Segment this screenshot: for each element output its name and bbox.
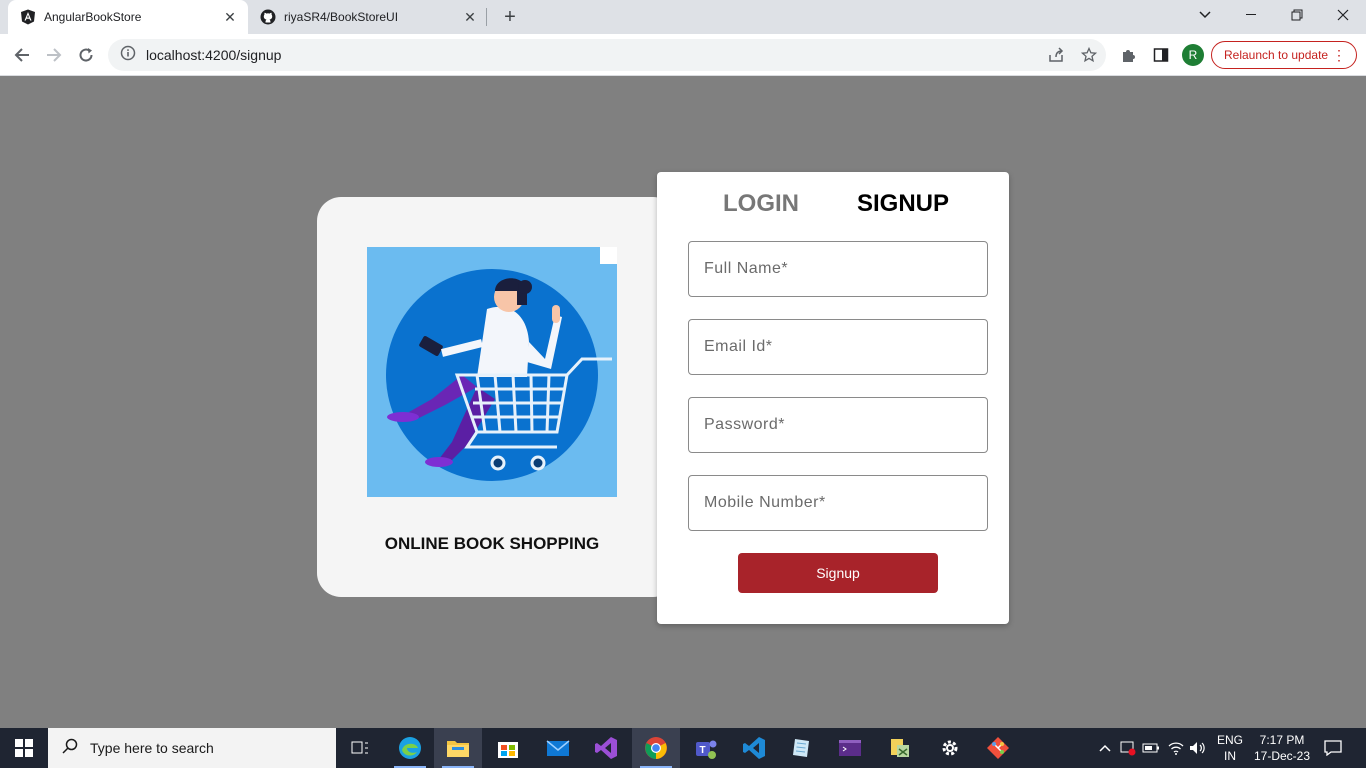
- minimize-button[interactable]: [1228, 0, 1274, 30]
- notepad-icon[interactable]: [778, 728, 826, 768]
- browser-tab-github[interactable]: riyaSR4/BookStoreUI ✕: [248, 0, 488, 34]
- vscode-icon[interactable]: [730, 728, 778, 768]
- clock-date: 17-Dec-23: [1253, 749, 1311, 763]
- password-input[interactable]: [688, 397, 988, 453]
- back-button[interactable]: [8, 41, 36, 69]
- language-indicator[interactable]: ENG IN: [1214, 732, 1246, 764]
- search-icon: [62, 738, 78, 759]
- settings-gear-icon[interactable]: [926, 728, 974, 768]
- tab-signup[interactable]: SIGNUP: [857, 190, 949, 218]
- taskbar-clock[interactable]: 7:17 PM 17-Dec-23: [1250, 732, 1314, 764]
- tab-title: riyaSR4/BookStoreUI: [284, 10, 399, 24]
- database-tool-icon[interactable]: [876, 728, 924, 768]
- notification-center-icon[interactable]: [1318, 736, 1348, 760]
- wifi-icon[interactable]: [1165, 738, 1187, 758]
- git-icon[interactable]: [974, 728, 1022, 768]
- terminal-app-icon[interactable]: [826, 728, 874, 768]
- side-panel-icon[interactable]: [1151, 45, 1171, 65]
- windows-taskbar: Type here to search T ENG IN 7:17 PM 17-…: [0, 728, 1366, 768]
- profile-avatar[interactable]: R: [1182, 44, 1204, 66]
- tab-separator: [486, 8, 487, 26]
- tab-search-chevron-icon[interactable]: [1182, 0, 1228, 30]
- tab-title: AngularBookStore: [44, 10, 142, 24]
- clock-time: 7:17 PM: [1259, 733, 1305, 747]
- microsoft-store-icon[interactable]: [484, 728, 532, 768]
- brand-caption: ONLINE BOOK SHOPPING: [384, 534, 600, 553]
- auth-card: LOGIN SIGNUP Signup: [657, 172, 1009, 624]
- share-icon[interactable]: [1046, 45, 1066, 65]
- shopping-illustration: [367, 247, 617, 497]
- taskbar-search[interactable]: Type here to search: [48, 728, 336, 768]
- svg-text:T: T: [700, 745, 706, 756]
- angular-icon: [20, 9, 36, 25]
- region-code: IN: [1224, 749, 1236, 763]
- full-name-input[interactable]: [688, 241, 988, 297]
- windows-logo-icon: [15, 739, 33, 757]
- browser-toolbar: localhost:4200/signup R Relaunch to upda…: [0, 34, 1366, 76]
- volume-icon[interactable]: [1187, 738, 1209, 758]
- start-button[interactable]: [0, 728, 48, 768]
- brand-card: ONLINE BOOK SHOPPING: [317, 197, 677, 597]
- reload-button[interactable]: [72, 41, 100, 69]
- restore-button[interactable]: [1274, 0, 1320, 30]
- url-text: localhost:4200/signup: [146, 47, 282, 63]
- battery-icon[interactable]: [1140, 738, 1162, 758]
- github-icon: [260, 9, 276, 25]
- show-hidden-icons-chevron-icon[interactable]: [1094, 738, 1116, 758]
- edge-icon[interactable]: [386, 728, 434, 768]
- bookmark-star-icon[interactable]: [1079, 45, 1099, 65]
- relaunch-label: Relaunch to update: [1224, 48, 1329, 62]
- close-tab-icon[interactable]: ✕: [460, 7, 480, 27]
- close-tab-icon[interactable]: ✕: [220, 7, 240, 27]
- tab-login[interactable]: LOGIN: [723, 190, 799, 218]
- mobile-number-input[interactable]: [688, 475, 988, 531]
- forward-button[interactable]: [40, 41, 68, 69]
- new-tab-button[interactable]: +: [498, 5, 522, 29]
- language-code: ENG: [1216, 733, 1243, 747]
- close-window-button[interactable]: [1320, 0, 1366, 30]
- email-input[interactable]: [688, 319, 988, 375]
- browser-tab-angularbookstore[interactable]: AngularBookStore ✕: [8, 0, 248, 34]
- chrome-icon[interactable]: [632, 728, 680, 768]
- site-info-icon[interactable]: [120, 45, 136, 66]
- security-alert-icon[interactable]: [1117, 738, 1139, 758]
- visual-studio-icon[interactable]: [582, 728, 630, 768]
- extensions-puzzle-icon[interactable]: [1119, 45, 1139, 65]
- mail-icon[interactable]: [534, 728, 582, 768]
- task-view-icon[interactable]: [336, 728, 384, 768]
- file-explorer-icon[interactable]: [434, 728, 482, 768]
- more-menu-icon[interactable]: ⋮: [1332, 47, 1346, 64]
- browser-tab-strip: AngularBookStore ✕ riyaSR4/BookStoreUI ✕…: [0, 0, 1366, 34]
- teams-icon[interactable]: T: [682, 728, 730, 768]
- address-bar[interactable]: localhost:4200/signup: [108, 39, 1106, 71]
- search-placeholder: Type here to search: [90, 740, 214, 756]
- relaunch-button[interactable]: Relaunch to update ⋮: [1211, 41, 1357, 69]
- signup-button[interactable]: Signup: [738, 553, 938, 593]
